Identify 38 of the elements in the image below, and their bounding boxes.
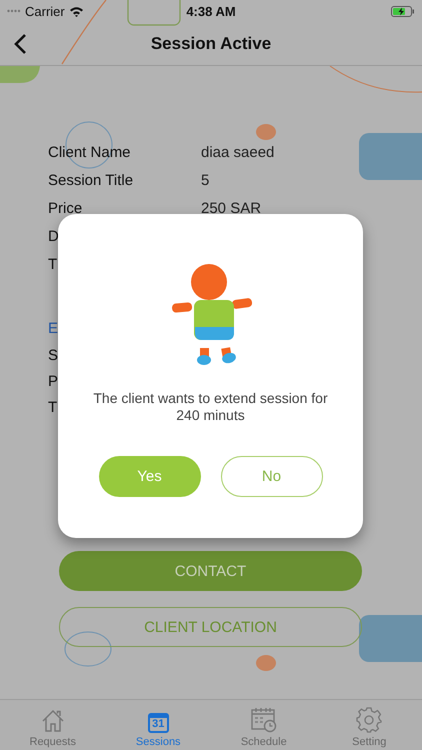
location-button[interactable]: CLIENT LOCATION	[59, 607, 362, 647]
detail-label: T	[48, 398, 58, 416]
tab[interactable]: Setting	[316, 700, 422, 750]
detail-label: S	[48, 346, 58, 364]
detail-label: P	[48, 372, 58, 390]
status-time: 4:38 AM	[186, 4, 236, 18]
section-heading: E	[48, 319, 58, 339]
calendar-icon: 31	[148, 713, 169, 733]
detail-value: diaa saeed	[201, 144, 276, 160]
tab[interactable]: Schedule	[211, 700, 316, 750]
battery-icon	[391, 6, 415, 16]
contact-button[interactable]: CONTACT	[59, 551, 362, 591]
detail-value: 5	[201, 172, 210, 188]
decor-block	[359, 615, 422, 662]
back-icon[interactable]	[13, 33, 27, 55]
carrier-name: Carrier	[25, 4, 65, 18]
tab[interactable]: 31 Sessions	[106, 700, 211, 750]
decor-dot	[256, 655, 276, 671]
no-button[interactable]: No	[220, 456, 322, 497]
decor-dot	[256, 124, 276, 140]
home-icon	[40, 709, 66, 733]
signal-icon	[7, 9, 21, 13]
decor-block	[359, 133, 422, 180]
tab[interactable]: Requests	[0, 700, 106, 750]
wifi-icon	[68, 6, 84, 16]
screen-title: Session Active	[150, 34, 272, 54]
detail-label: D	[48, 228, 60, 244]
detail-value: 250 SAR	[201, 200, 262, 216]
detail-label: Client Name	[48, 144, 132, 160]
detail-label: Session Title	[48, 172, 134, 188]
detail-label: Price	[48, 200, 84, 216]
calendar-clock-icon	[250, 707, 277, 733]
settings-icon	[356, 707, 382, 733]
dialog-message: The client wants to extend session for 240 minuts	[92, 390, 329, 424]
decor-blob	[0, 66, 40, 83]
decor-circle	[64, 632, 112, 666]
detail-label: T	[48, 256, 58, 272]
yes-button[interactable]: Yes	[98, 456, 200, 497]
